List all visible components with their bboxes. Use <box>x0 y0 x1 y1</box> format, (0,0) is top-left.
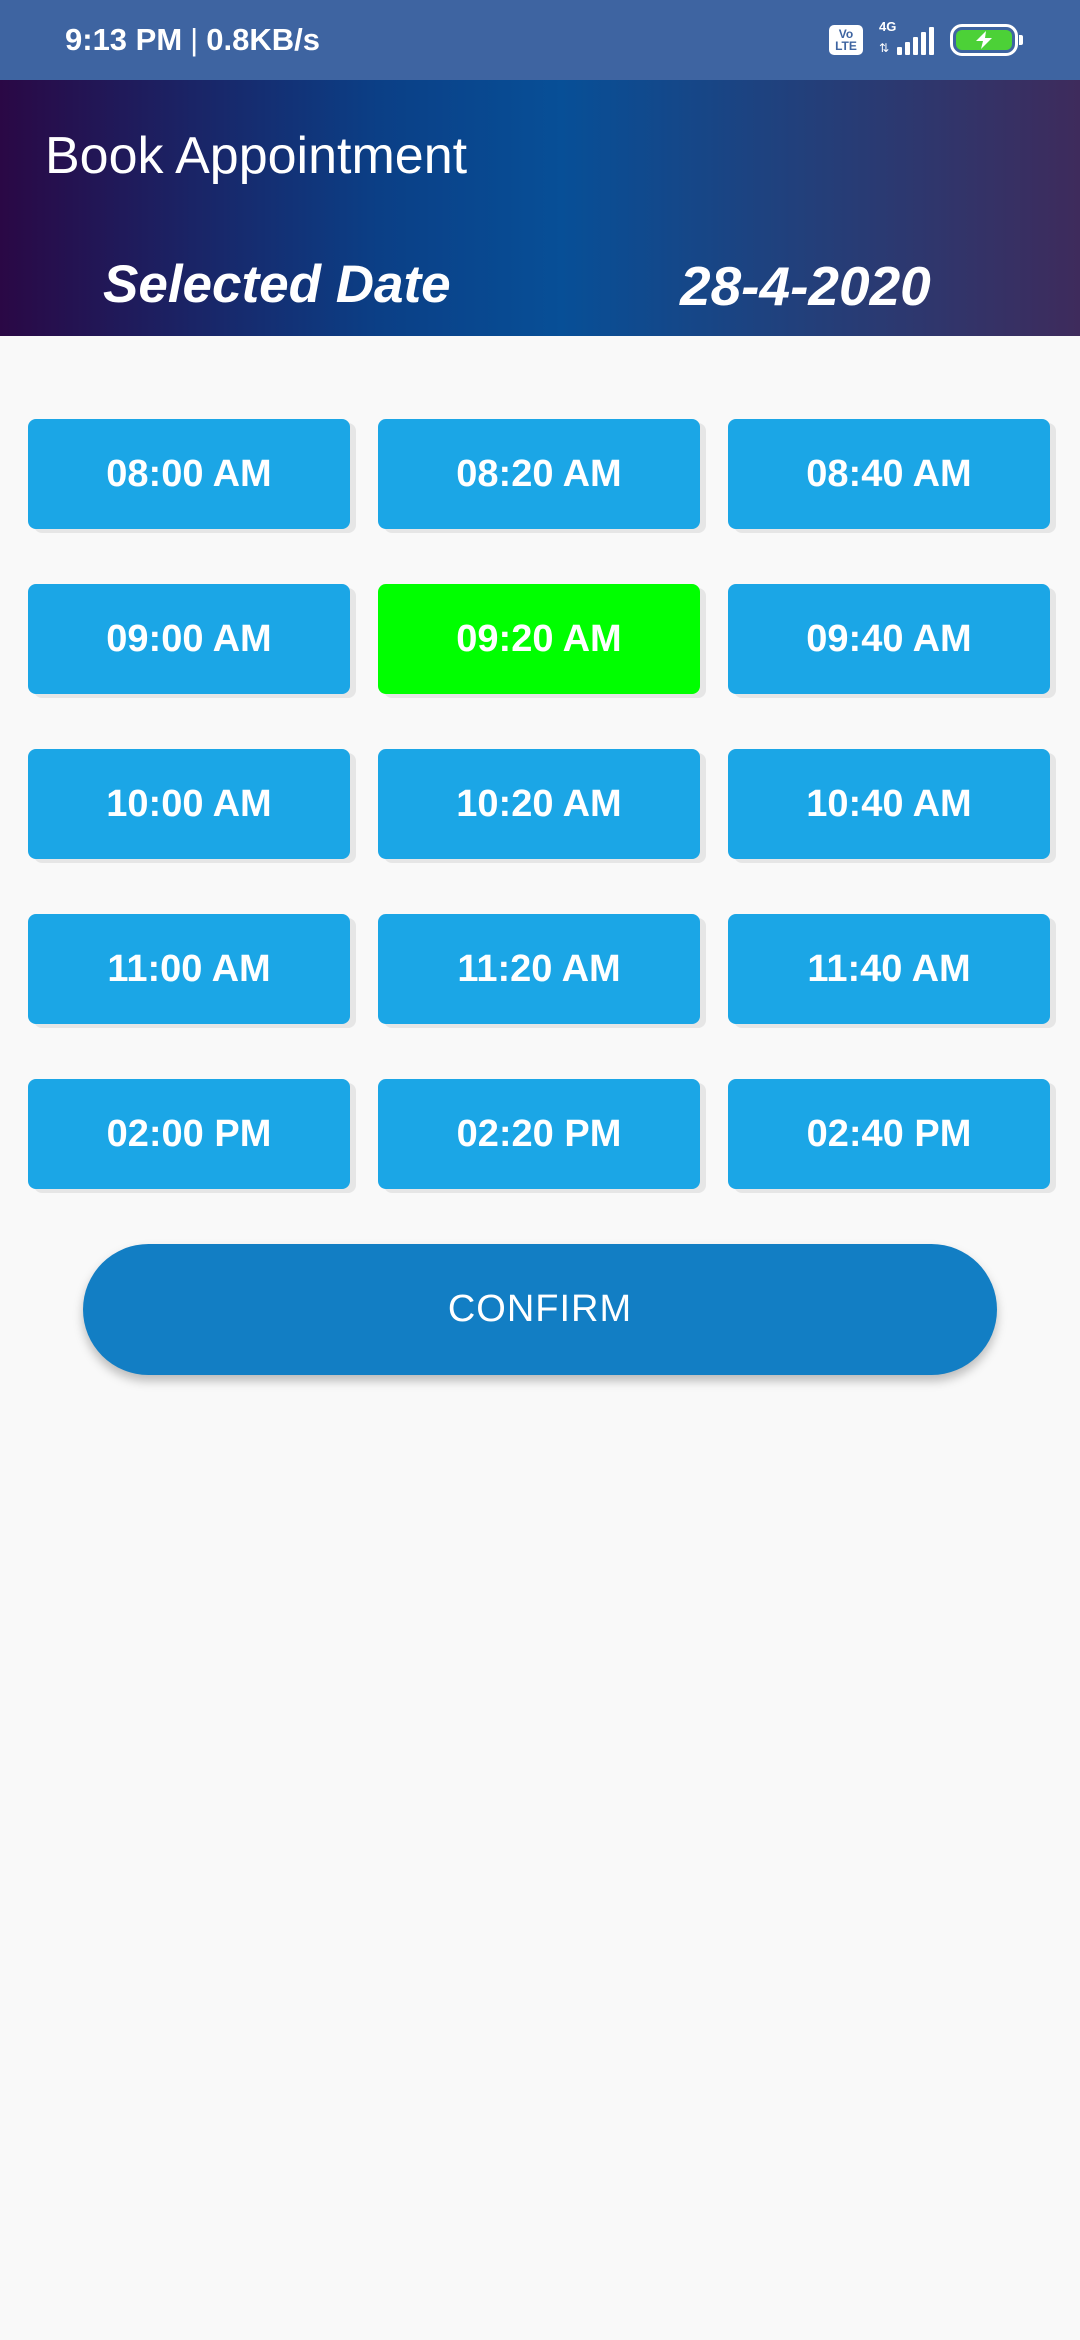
status-left: 9:13 PM | 0.8KB/s <box>65 0 320 80</box>
charging-bolt-icon <box>976 31 992 49</box>
data-arrows-icon: ⇅ <box>879 41 890 55</box>
time-slot-button[interactable]: 02:00 PM <box>28 1079 350 1189</box>
selected-date-label: Selected Date <box>103 255 451 314</box>
signal-bar <box>905 42 910 55</box>
page-title: Book Appointment <box>45 127 468 185</box>
status-bar: 9:13 PM | 0.8KB/s Vo LTE 4G ⇅ <box>0 0 1080 80</box>
battery-charging-icon <box>950 24 1023 56</box>
status-time: 9:13 PM <box>65 22 183 57</box>
time-slot-button[interactable]: 11:40 AM <box>728 914 1050 1024</box>
time-slot-button[interactable]: 11:00 AM <box>28 914 350 1024</box>
network-type: 4G <box>879 19 897 34</box>
signal-bar <box>921 32 926 55</box>
app-header: Book Appointment Selected Date 28-4-2020 <box>0 80 1080 336</box>
signal-bar <box>913 37 918 55</box>
time-slot-grid: 08:00 AM 08:20 AM 08:40 AM 09:00 AM 09:20 AM… <box>28 419 1052 1189</box>
signal-icon: 4G ⇅ <box>879 19 934 55</box>
time-slot-button[interactable]: 09:40 AM <box>728 584 1050 694</box>
time-slot-button[interactable]: 02:20 PM <box>378 1079 700 1189</box>
selected-date-value: 28-4-2020 <box>680 255 931 317</box>
time-slot-button[interactable]: 08:40 AM <box>728 419 1050 529</box>
battery-fill <box>956 30 1012 50</box>
time-slot-button[interactable]: 02:40 PM <box>728 1079 1050 1189</box>
time-slot-button[interactable]: 10:00 AM <box>28 749 350 859</box>
time-slot-button[interactable]: 10:40 AM <box>728 749 1050 859</box>
network-speed: 0.8KB/s <box>206 22 320 57</box>
status-icons: Vo LTE 4G ⇅ <box>829 0 1023 80</box>
volte-icon: Vo LTE <box>829 25 863 55</box>
status-separator: | <box>190 22 199 57</box>
signal-bar <box>897 47 902 55</box>
signal-bar <box>929 27 934 55</box>
time-slot-button[interactable]: 10:20 AM <box>378 749 700 859</box>
time-slot-button[interactable]: 11:20 AM <box>378 914 700 1024</box>
time-slot-button[interactable]: 08:00 AM <box>28 419 350 529</box>
time-slot-button[interactable]: 08:20 AM <box>378 419 700 529</box>
time-slot-button[interactable]: 09:20 AM <box>378 584 700 694</box>
time-slot-button[interactable]: 09:00 AM <box>28 584 350 694</box>
volte-bottom-text: LTE <box>835 39 857 53</box>
confirm-button[interactable]: CONFIRM <box>83 1244 997 1375</box>
